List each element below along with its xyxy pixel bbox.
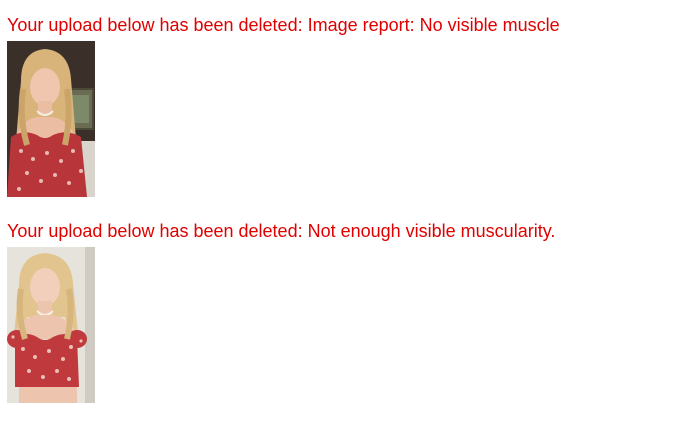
- deletion-message: Your upload below has been deleted: Not …: [7, 221, 556, 241]
- deleted-upload-thumbnail: [7, 41, 95, 197]
- deletion-notice: Your upload below has been deleted: Imag…: [7, 14, 560, 197]
- deleted-upload-thumbnail: [7, 247, 95, 403]
- deletion-message: Your upload below has been deleted: Imag…: [7, 15, 560, 35]
- deletion-notice: Your upload below has been deleted: Not …: [7, 220, 556, 403]
